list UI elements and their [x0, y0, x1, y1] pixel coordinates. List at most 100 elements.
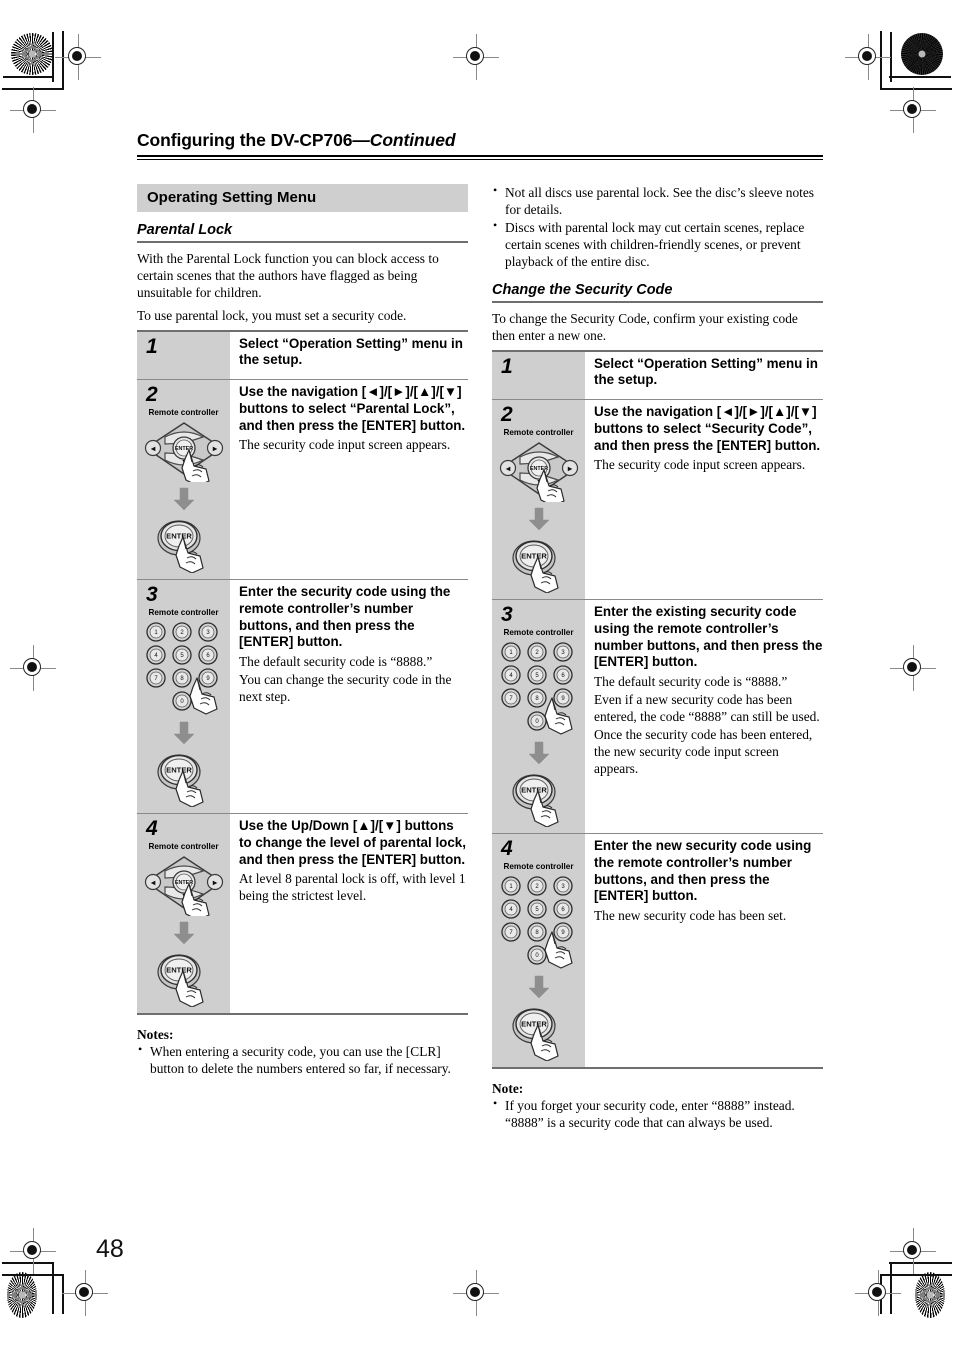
step-right-cell: Enter the existing security code using t…	[585, 600, 823, 833]
step-row: 2Remote controller ▲ ▼ ◀ ▶ ENTER ENTER	[137, 380, 468, 581]
parental-lock-intro-2: To use parental lock, you must set a sec…	[137, 307, 407, 323]
enter-button-graphic: ENTER	[156, 754, 204, 808]
remote-controller-illustration: ▲ ▼ ◀ ▶ ENTER ENTER	[137, 854, 230, 1008]
trim-mark-bottom-left-h2	[2, 1274, 63, 1276]
registration-mark-left-lower	[10, 1228, 56, 1274]
step-description: At level 8 parental lock is off, with le…	[239, 871, 466, 904]
step-row: 4Remote controller 1 2 3 4 5 6 7 8 9 0	[492, 834, 823, 1070]
remote-controller-illustration: 1 2 3 4 5 6 7 8 9 0 ENTER	[492, 640, 585, 828]
subheading-rule-2	[492, 300, 823, 303]
svg-text:▶: ▶	[212, 881, 217, 887]
left-notes-heading: Notes:	[137, 1027, 174, 1043]
step-row: 4Remote controller ▲ ▼ ◀ ▶ ENTER ENTER	[137, 814, 468, 1016]
registration-mark-right-upper	[890, 87, 936, 133]
color-target-top-left	[11, 33, 53, 75]
step-number: 1	[501, 354, 513, 378]
step-instruction: Use the navigation [◄]/[►]/[▲]/[▼] butto…	[239, 384, 466, 433]
running-head-title: Configuring the DV-CP706	[137, 130, 353, 150]
registration-mark-bottom-left	[62, 1270, 108, 1316]
svg-text:ENTER: ENTER	[521, 786, 547, 795]
right-top-bullets: Not all discs use parental lock. See the…	[492, 182, 823, 270]
down-arrow-icon	[527, 976, 550, 999]
trim-mark-top-left-v	[52, 32, 54, 82]
security-code-intro: To change the Security Code, confirm you…	[492, 310, 798, 343]
subheading-change-the-security-code: Change the Security Code	[492, 281, 673, 298]
enter-button-graphic: ENTER	[511, 1008, 559, 1062]
right-column: Not all discs use parental lock. See the…	[492, 182, 823, 1144]
step-number: 3	[501, 603, 513, 627]
remote-controller-illustration: 1 2 3 4 5 6 7 8 9 0 ENTER	[137, 620, 230, 808]
svg-text:ENTER: ENTER	[521, 1020, 547, 1029]
step-number: 2	[501, 403, 513, 427]
step-description: The security code input screen appears.	[594, 457, 806, 473]
registration-mark-bottom-center	[453, 1270, 499, 1316]
right-notes-list: If you forget your security code, enter …	[492, 1096, 823, 1131]
step-right-cell: Use the Up/Down [▲]/[▼] buttons to chang…	[230, 814, 468, 1013]
step-row: 3Remote controller 1 2 3 4 5 6 7 8 9 0	[137, 580, 468, 815]
step-left-cell: 3Remote controller 1 2 3 4 5 6 7 8 9 0	[137, 580, 230, 814]
svg-text:▶: ▶	[567, 467, 572, 473]
right-steps-table: 1 Select “Operation Setting” menu in the …	[492, 349, 823, 1070]
registration-mark-top-right	[845, 34, 891, 80]
trim-mark-top-left-h2	[2, 88, 63, 90]
color-target-bottom-left	[7, 1272, 37, 1318]
down-arrow-icon	[172, 921, 195, 945]
left-steps-table: 1 Select “Operation Setting” menu in the …	[137, 329, 468, 1016]
step-instruction: Select “Operation Setting” menu in the s…	[239, 335, 463, 368]
left-column: Operating Setting Menu Parental Lock Wit…	[137, 183, 468, 1144]
trim-mark-top-right-h	[889, 76, 951, 78]
enter-button-graphic: ENTER	[511, 774, 559, 828]
step-right-cell: Use the navigation [◄]/[►]/[▲]/[▼] butto…	[230, 380, 468, 579]
bullet-item: When entering a security code, you can u…	[137, 1042, 468, 1077]
step-instruction: Enter the security code using the remote…	[239, 584, 451, 650]
bullet-item: Not all discs use parental lock. See the…	[492, 182, 823, 218]
step-instruction: Select “Operation Setting” menu in the s…	[594, 355, 818, 388]
number-pad-graphic: 1 2 3 4 5 6 7 8 9 0	[500, 876, 573, 969]
remote-controller-label: Remote controller	[503, 628, 574, 638]
registration-mark-left-upper	[10, 87, 56, 133]
section-heading-operating-setting-menu: Operating Setting Menu	[137, 183, 468, 212]
subheading-parental-lock: Parental Lock	[137, 221, 233, 238]
step-left-cell: 2Remote controller ▲ ▼ ◀ ▶ ENTER ENTER	[492, 400, 585, 600]
step-number: 4	[501, 837, 513, 861]
running-head-continued: —Continued	[352, 130, 456, 150]
step-number: 1	[146, 334, 158, 358]
navigation-pad-graphic: ▲ ▼ ◀ ▶ ENTER	[499, 442, 578, 503]
step-row: 1 Select “Operation Setting” menu in the …	[137, 331, 468, 381]
subheading-rule	[137, 240, 468, 243]
trim-mark-bottom-left-h	[2, 1262, 54, 1264]
step-row: 2Remote controller ▲ ▼ ◀ ▶ ENTER ENTER	[492, 400, 823, 601]
step-left-cell: 3Remote controller 1 2 3 4 5 6 7 8 9 0	[492, 600, 585, 834]
navigation-pad-graphic: ▲ ▼ ◀ ▶ ENTER	[144, 856, 223, 917]
svg-text:ENTER: ENTER	[166, 966, 192, 975]
step-number: 2	[146, 383, 158, 407]
step-instruction: Use the Up/Down [▲]/[▼] buttons to chang…	[239, 818, 466, 867]
step-right-cell: Use the navigation [◄]/[►]/[▲]/[▼] butto…	[585, 400, 823, 599]
step-instruction: Enter the existing security code using t…	[594, 604, 823, 670]
trim-mark-bottom-left-v2	[62, 1274, 64, 1314]
step-left-cell: 2Remote controller ▲ ▼ ◀ ▶ ENTER ENTER	[137, 380, 230, 580]
trim-mark-top-right-h2	[880, 88, 952, 90]
enter-button-graphic: ENTER	[156, 954, 204, 1008]
svg-text:◀: ◀	[150, 447, 155, 453]
trim-mark-bottom-right-v	[890, 1262, 892, 1314]
registration-mark-right-middle	[890, 645, 936, 691]
enter-button-graphic: ENTER	[156, 520, 204, 574]
down-arrow-icon	[172, 487, 195, 511]
down-arrow-icon	[527, 507, 550, 531]
trim-mark-top-left-v2	[62, 31, 64, 90]
color-target-bottom-right	[915, 1272, 945, 1318]
remote-controller-illustration: ▲ ▼ ◀ ▶ ENTER ENTER	[137, 420, 230, 574]
step-row: 3Remote controller 1 2 3 4 5 6 7 8 9 0	[492, 600, 823, 835]
step-description: The security code input screen appears.	[239, 437, 451, 453]
registration-mark-bottom-right	[855, 1270, 901, 1316]
step-right-cell: Select “Operation Setting” menu in the s…	[585, 352, 823, 400]
step-description: The default security code is “8888.”	[594, 674, 788, 690]
step-row: 1 Select “Operation Setting” menu in the …	[492, 351, 823, 401]
step-left-cell: 4Remote controller ▲ ▼ ◀ ▶ ENTER ENTER	[137, 814, 230, 1014]
page-number: 48	[96, 1235, 124, 1263]
down-arrow-icon	[527, 741, 550, 765]
svg-text:◀: ◀	[150, 881, 155, 887]
registration-mark-top-left	[55, 34, 101, 80]
svg-text:ENTER: ENTER	[166, 766, 192, 775]
